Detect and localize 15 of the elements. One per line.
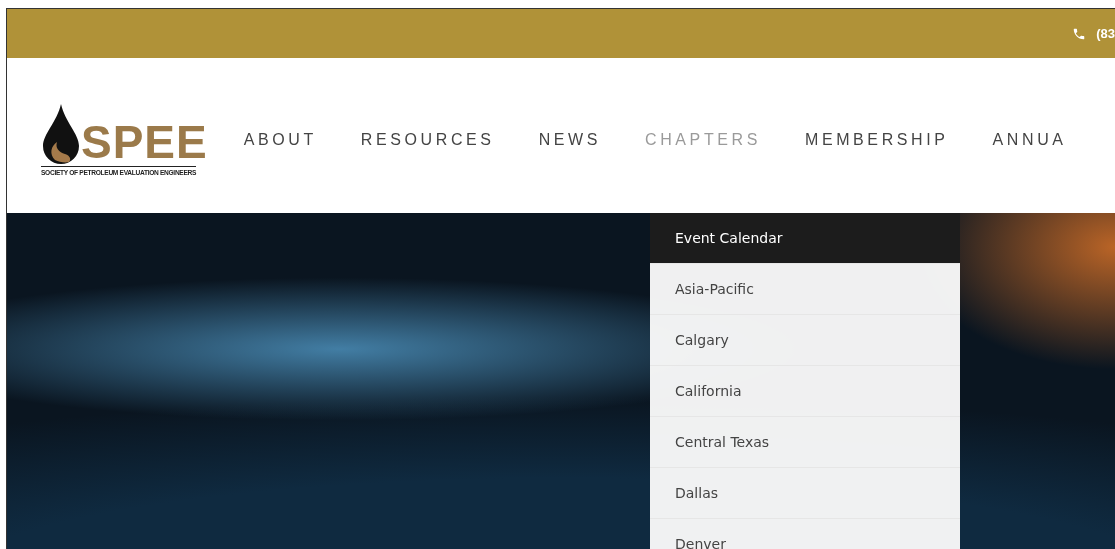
logo-wordmark: SPEE bbox=[81, 122, 208, 164]
dropdown-item[interactable]: Central Texas bbox=[650, 417, 960, 468]
oil-drop-icon bbox=[41, 103, 81, 164]
nav-link[interactable]: NEWS bbox=[538, 130, 602, 149]
nav-link[interactable]: RESOURCES bbox=[360, 130, 495, 149]
dropdown-item[interactable]: Dallas bbox=[650, 468, 960, 519]
phone-icon bbox=[1072, 26, 1087, 41]
dropdown-item[interactable]: Asia-Pacific bbox=[650, 264, 960, 315]
dropdown-item[interactable]: California bbox=[650, 366, 960, 417]
nav-link[interactable]: ABOUT bbox=[243, 130, 317, 149]
dropdown-item[interactable]: Denver bbox=[650, 519, 960, 549]
dropdown-item[interactable]: Calgary bbox=[650, 315, 960, 366]
nav-link[interactable]: MEMBERSHIP bbox=[804, 130, 949, 149]
dropdown-item[interactable]: Event Calendar bbox=[650, 213, 960, 264]
nav-link[interactable]: ANNUA bbox=[992, 130, 1067, 149]
